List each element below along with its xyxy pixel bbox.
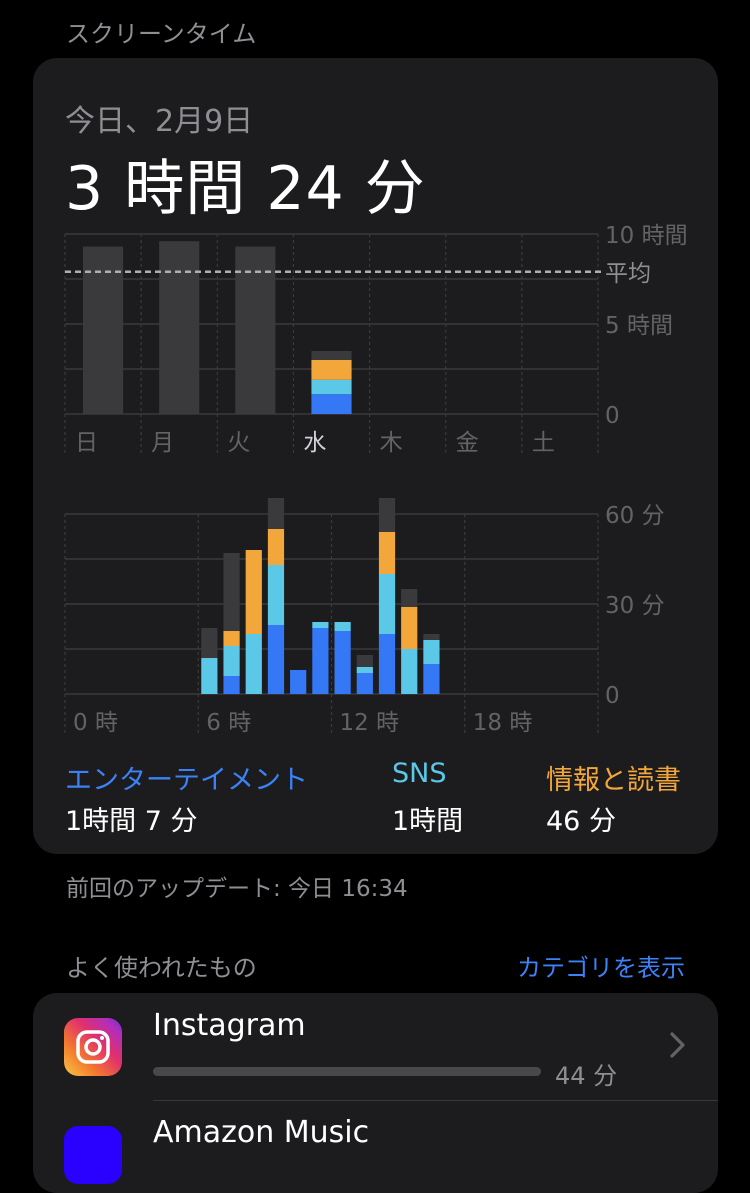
show-categories-link[interactable]: カテゴリを表示 <box>517 948 685 983</box>
legend-reading-value: 46 分 <box>546 806 616 837</box>
bar-hour-14-0 <box>378 634 396 694</box>
bar-hour-16-3 <box>423 634 440 640</box>
hourly-chart[interactable]: 0 時 6 時 12 時 18 時 60 分 30 分 0 <box>33 498 718 748</box>
x-tick-label: 6 時 <box>206 710 251 736</box>
legend-sns-label: SNS <box>392 758 447 789</box>
legend-entertainment-label: エンターテイメント <box>65 765 308 796</box>
x-tick-label: 18 時 <box>473 710 533 736</box>
day-label: 金 <box>456 430 479 456</box>
most-used-label: よく使われたもの <box>66 954 257 982</box>
bar-hour-7-0 <box>223 676 240 694</box>
bar-hour-7-1 <box>223 646 240 676</box>
day-label: 木 <box>380 430 403 456</box>
bar-hour-8-1 <box>245 634 262 694</box>
last-update-text: 前回のアップデート: 今日 16:34 <box>66 876 408 902</box>
bar-hour-11-1 <box>312 622 329 628</box>
legend-reading-label: 情報と読書 <box>546 765 681 796</box>
y-tick-label: 30 分 <box>605 593 665 619</box>
y-tick-label: 0 <box>605 403 620 429</box>
usage-bar <box>153 1067 541 1076</box>
row-divider <box>153 1100 718 1101</box>
bar-hour-9-0 <box>267 625 285 694</box>
date-label: 今日、2月9日 <box>65 104 254 139</box>
bar-hour-14-1 <box>378 574 396 634</box>
amazon-music-icon <box>64 1126 122 1184</box>
bar-hour-14-3 <box>378 498 396 532</box>
bar-hour-15-3 <box>401 589 418 607</box>
bar-水-3 <box>311 351 352 360</box>
bar-hour-6-1 <box>201 658 218 694</box>
bar-hour-13-3 <box>356 655 373 667</box>
bar-水-1 <box>311 379 352 395</box>
bar-hour-7-3 <box>223 553 240 631</box>
day-label: 土 <box>532 430 555 456</box>
bar-月-3 <box>159 241 200 414</box>
day-label: 日 <box>75 430 98 456</box>
day-label: 火 <box>227 430 250 456</box>
bar-水-2 <box>311 360 352 380</box>
y-tick-label: 60 分 <box>605 503 665 529</box>
app-usage-time: 44 分 <box>555 1062 618 1090</box>
total-time: 3 時間 24 分 <box>65 154 426 224</box>
legend-entertainment-value: 1時間 7 分 <box>65 806 198 837</box>
x-tick-label: 0 時 <box>73 710 118 736</box>
y-tick-label: 10 時間 <box>605 223 688 249</box>
bar-hour-11-0 <box>312 628 329 694</box>
day-label: 水 <box>303 430 326 456</box>
bar-hour-13-0 <box>356 673 373 694</box>
legend-sns-value: 1時間 <box>392 806 464 837</box>
x-tick-label: 12 時 <box>340 710 400 736</box>
average-label: 平均 <box>605 261 651 287</box>
app-name: Instagram <box>153 1008 306 1043</box>
chevron-right-icon <box>670 1032 685 1058</box>
bar-hour-9-1 <box>267 565 285 625</box>
y-tick-label: 5 時間 <box>605 313 673 339</box>
bar-hour-15-2 <box>401 607 418 649</box>
section-title: スクリーンタイム <box>66 20 257 48</box>
bar-hour-9-2 <box>267 529 285 565</box>
app-name: Amazon Music <box>153 1115 370 1150</box>
instagram-icon <box>64 1018 122 1076</box>
bar-hour-8-2 <box>245 550 262 634</box>
bar-hour-16-0 <box>423 664 440 694</box>
bar-hour-6-3 <box>201 628 218 658</box>
bar-hour-14-2 <box>378 532 396 574</box>
bar-hour-12-1 <box>334 622 351 631</box>
most-used-list: Instagram 44 分 Amazon Music <box>33 993 718 1193</box>
usage-bar-fill <box>153 1067 541 1076</box>
weekly-chart[interactable]: 日 月 火 水 木 金 土 平均 10 時間 5 時間 0 <box>33 218 718 468</box>
bar-hour-12-0 <box>334 631 351 694</box>
bar-水-0 <box>311 394 352 414</box>
bar-hour-7-2 <box>223 631 240 646</box>
y-tick-label: 0 <box>605 683 620 709</box>
bar-hour-16-1 <box>423 640 440 664</box>
bar-hour-13-1 <box>356 667 373 673</box>
bar-hour-10-0 <box>290 670 307 694</box>
bar-hour-9-3 <box>267 498 285 529</box>
day-label: 月 <box>151 430 174 456</box>
screen-time-card[interactable]: 今日、2月9日 3 時間 24 分 日 月 火 水 木 金 土 平均 10 時間 5 時間 0 0 … <box>33 58 718 854</box>
bar-hour-15-1 <box>401 649 418 694</box>
